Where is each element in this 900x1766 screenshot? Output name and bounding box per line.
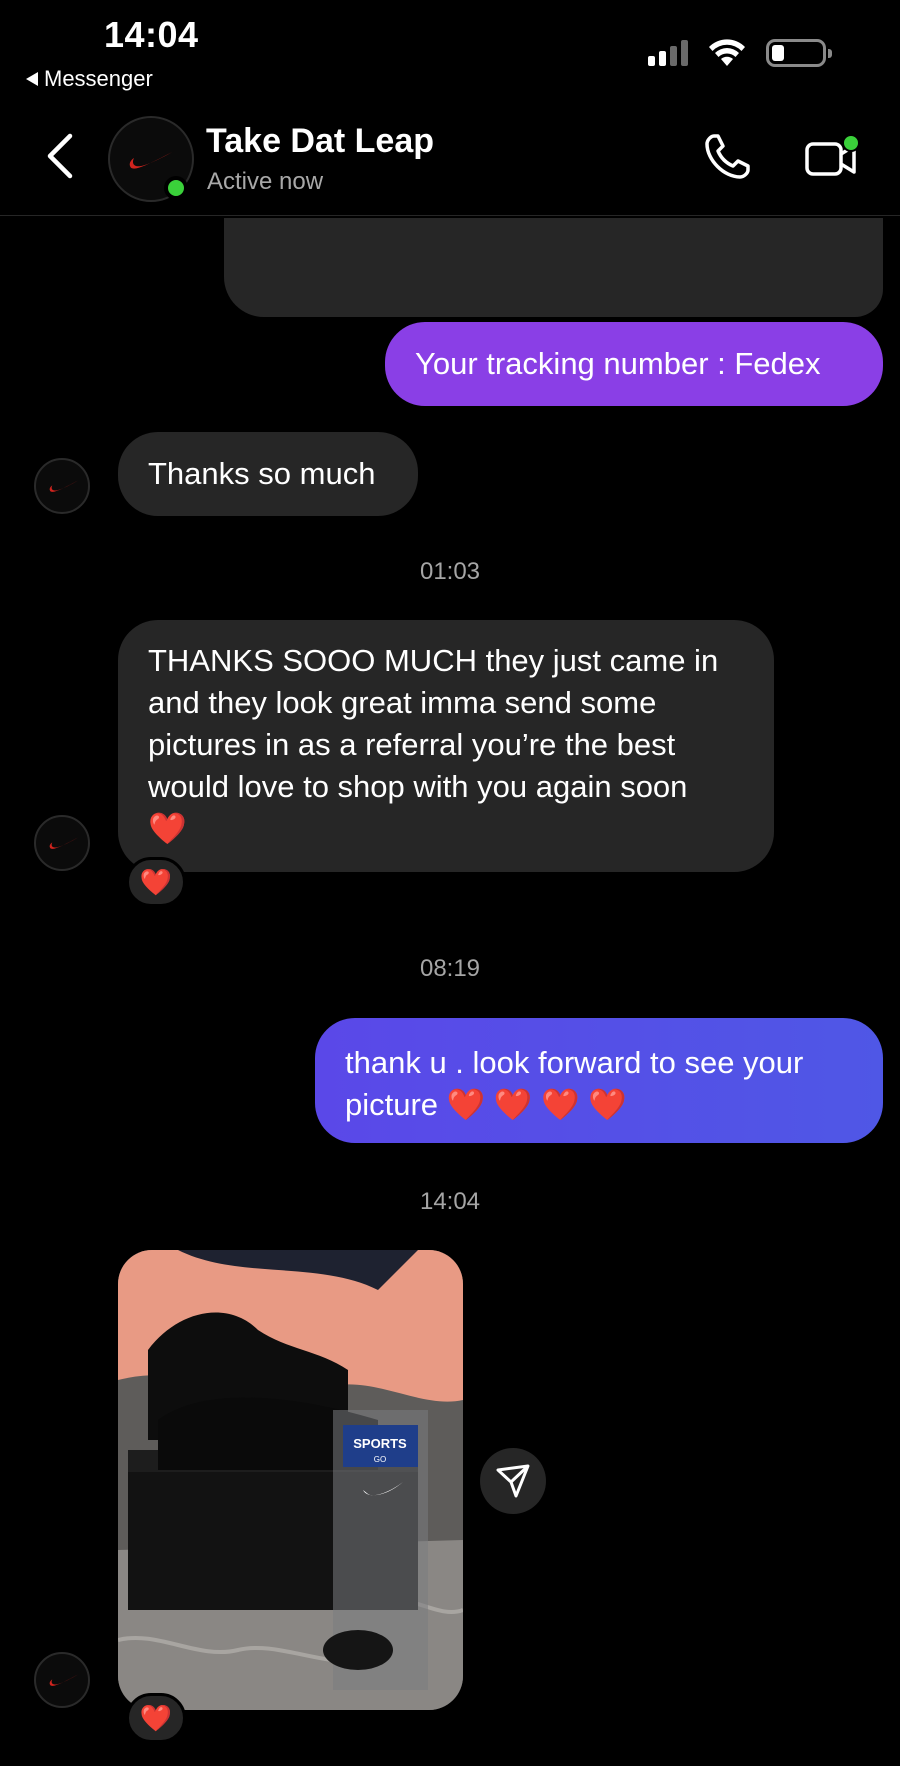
incoming-message[interactable]: THANKS SOOO MUCH they just came in and t… [118, 620, 774, 872]
status-time: 14:04 [104, 14, 199, 55]
timestamp: 08:19 [419, 955, 481, 982]
swoosh-logo-icon [49, 480, 79, 492]
photo-image: SPORTS GO [118, 1250, 463, 1710]
contact-active-status: Active now [207, 168, 324, 195]
messenger-chat-screen: 14:04 Messenger Take Dat Leap Active now [0, 0, 900, 1766]
battery-icon [766, 39, 832, 67]
incoming-message[interactable]: Thanks so much [118, 432, 418, 516]
heart-emoji: ❤️ [148, 811, 187, 846]
message-text: THANKS SOOO MUCH they just came in and t… [148, 643, 719, 804]
wifi-icon [709, 39, 745, 66]
outgoing-message[interactable]: thank u . look forward to see your pictu… [315, 1018, 883, 1143]
heart-reaction-icon: ❤️ [139, 1702, 173, 1733]
previous-message-bubble [224, 218, 883, 317]
photo-reaction[interactable]: ❤️ [126, 1693, 186, 1743]
chat-header: Take Dat Leap Active now [0, 100, 900, 216]
shared-photo-sneakers[interactable]: SPORTS GO [118, 1250, 463, 1710]
contact-avatar-small[interactable] [34, 458, 90, 514]
heart-emoji: ❤️ ❤️ ❤️ ❤️ [446, 1087, 627, 1122]
contact-avatar-small[interactable] [34, 1652, 90, 1708]
back-to-app-link[interactable]: Messenger [26, 66, 153, 92]
heart-reaction-icon: ❤️ [139, 866, 173, 897]
photo-sublabel: GO [374, 1455, 386, 1464]
swoosh-logo-icon [49, 1674, 79, 1686]
phone-icon[interactable] [702, 132, 752, 182]
timestamp: 14:04 [419, 1188, 481, 1215]
video-camera-icon[interactable] [804, 134, 860, 184]
send-icon [496, 1464, 530, 1498]
outgoing-message[interactable]: Your tracking number : Fedex [385, 322, 883, 406]
contact-avatar-small[interactable] [34, 815, 90, 871]
chevron-left-icon[interactable] [40, 130, 80, 182]
share-photo-button[interactable] [480, 1448, 546, 1514]
swoosh-logo-icon [129, 150, 176, 169]
message-reaction[interactable]: ❤️ [126, 857, 186, 907]
online-status-dot [164, 176, 188, 200]
cellular-signal-icon [648, 40, 688, 66]
photo-label: SPORTS [353, 1436, 407, 1451]
contact-name[interactable]: Take Dat Leap [206, 122, 434, 161]
back-triangle-icon [26, 72, 38, 86]
timestamp: 01:03 [419, 558, 481, 585]
back-app-label: Messenger [44, 66, 153, 91]
swoosh-logo-icon [49, 837, 79, 849]
